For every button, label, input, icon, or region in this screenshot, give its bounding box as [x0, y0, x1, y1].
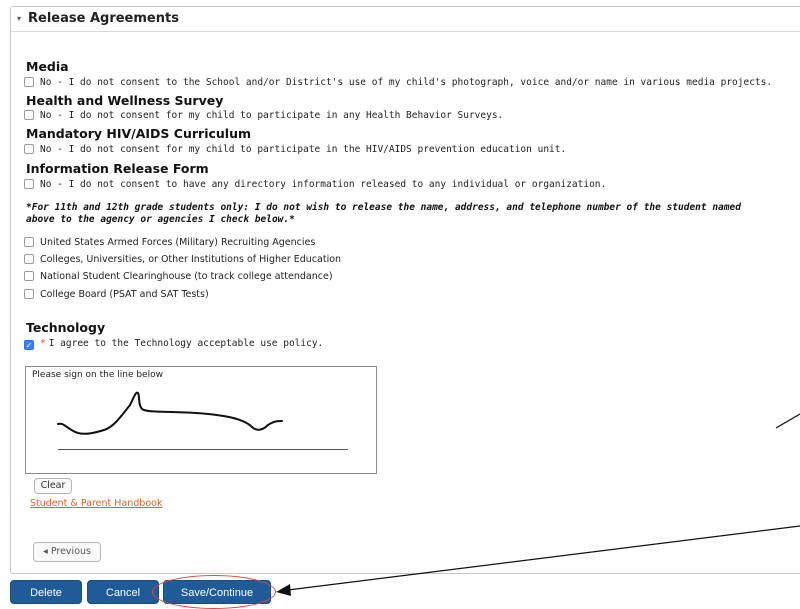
hiv-curriculum-heading: Mandatory HIV/AIDS Curriculum — [26, 126, 251, 141]
technology-checkbox-checked[interactable]: ✓ — [24, 340, 34, 350]
cancel-button[interactable]: Cancel — [87, 580, 159, 604]
technology-heading: Technology — [26, 320, 106, 335]
release-agency-item[interactable]: United States Armed Forces (Military) Re… — [24, 237, 315, 251]
media-option[interactable]: No - I do not consent to the School and/… — [24, 77, 772, 91]
hiv-curriculum-checkbox[interactable] — [24, 144, 34, 154]
information-release-heading: Information Release Form — [26, 161, 209, 176]
grade-release-note: *For 11th and 12th grade students only: … — [26, 202, 741, 225]
information-release-checkbox[interactable] — [24, 179, 34, 189]
panel-header[interactable]: ▾ Release Agreements — [11, 7, 800, 32]
release-agency-label: Colleges, Universities, or Other Institu… — [40, 254, 342, 265]
clear-signature-button[interactable]: Clear — [34, 478, 72, 494]
release-agency-item[interactable]: College Board (PSAT and SAT Tests) — [24, 289, 209, 303]
previous-label: Previous — [50, 546, 91, 557]
media-checkbox[interactable] — [24, 77, 34, 87]
hiv-curriculum-option-label: No - I do not consent for my child to pa… — [40, 144, 567, 155]
release-agency-checkbox[interactable] — [24, 237, 34, 247]
student-parent-handbook-link[interactable]: Student & Parent Handbook — [30, 498, 162, 509]
media-heading: Media — [26, 59, 69, 74]
health-survey-option-label: No - I do not consent for my child to pa… — [40, 110, 504, 121]
previous-button[interactable]: ◂ Previous — [33, 542, 101, 562]
required-asterisk: * — [40, 338, 46, 349]
hiv-curriculum-option[interactable]: No - I do not consent for my child to pa… — [24, 144, 566, 158]
release-agency-checkbox[interactable] — [24, 254, 34, 264]
release-agency-label: United States Armed Forces (Military) Re… — [40, 237, 316, 248]
information-release-option-label: No - I do not consent to have any direct… — [40, 179, 607, 190]
technology-option-label: I agree to the Technology acceptable use… — [48, 338, 324, 349]
release-agency-checkbox[interactable] — [24, 271, 34, 281]
release-agency-label: National Student Clearinghouse (to track… — [40, 271, 333, 282]
delete-button[interactable]: Delete — [10, 580, 82, 604]
panel-title: Release Agreements — [28, 11, 179, 26]
annotation-highlight-circle — [152, 575, 276, 609]
health-survey-checkbox[interactable] — [24, 110, 34, 120]
previous-chevron-icon: ◂ — [43, 546, 48, 557]
release-agency-item[interactable]: National Student Clearinghouse (to track… — [24, 271, 333, 285]
signature-pad[interactable]: Please sign on the line below — [25, 366, 377, 474]
signature-drawing — [57, 391, 283, 435]
signature-baseline — [58, 449, 348, 450]
health-survey-option[interactable]: No - I do not consent for my child to pa… — [24, 110, 503, 124]
release-agency-item[interactable]: Colleges, Universities, or Other Institu… — [24, 254, 341, 268]
technology-option[interactable]: ✓ * I agree to the Technology acceptable u… — [24, 338, 323, 352]
health-survey-heading: Health and Wellness Survey — [26, 93, 224, 108]
release-agency-label: College Board (PSAT and SAT Tests) — [40, 289, 209, 300]
media-option-label: No - I do not consent to the School and/… — [40, 77, 773, 88]
release-agency-checkbox[interactable] — [24, 289, 34, 299]
collapse-caret-icon[interactable]: ▾ — [17, 14, 21, 23]
information-release-option[interactable]: No - I do not consent to have any direct… — [24, 179, 606, 193]
